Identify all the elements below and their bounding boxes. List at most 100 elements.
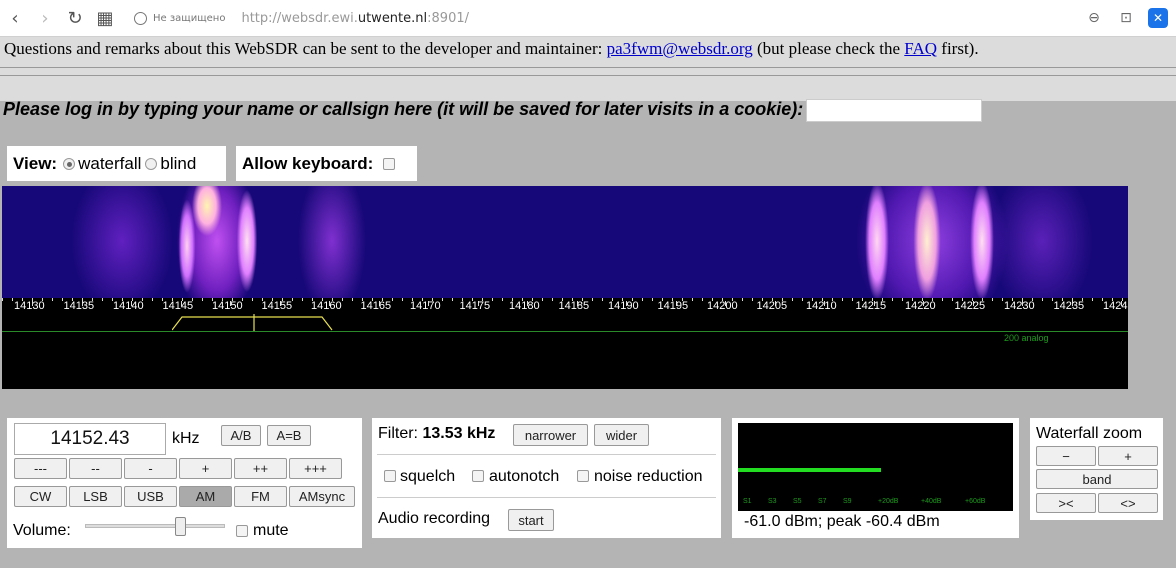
step-button[interactable]: -- xyxy=(69,458,122,479)
scale-tick-label: 14235 xyxy=(1053,300,1085,312)
blind-option-label: blind xyxy=(160,153,197,173)
autonotch-checkbox[interactable] xyxy=(472,470,484,482)
mode-button-usb[interactable]: USB xyxy=(124,486,177,507)
extension-icon[interactable]: ✕ xyxy=(1148,8,1168,28)
step-button[interactable]: ++ xyxy=(234,458,287,479)
keyboard-checkbox[interactable] xyxy=(383,157,396,170)
waterfall-display[interactable] xyxy=(2,186,1128,298)
login-prompt: Please log in by typing your name or cal… xyxy=(3,99,804,119)
volume-slider-track[interactable] xyxy=(85,524,225,528)
mute-checkbox[interactable] xyxy=(236,525,248,537)
scale-tick-label: 14180 xyxy=(509,300,540,312)
scale-corner-text: 200 analog xyxy=(1004,333,1049,343)
zoom-pan-right-button[interactable]: <> xyxy=(1098,493,1158,513)
zoom-search-icon[interactable]: ⊖ xyxy=(1084,8,1104,28)
smeter-bar xyxy=(738,468,881,472)
passband-indicator[interactable] xyxy=(172,314,334,332)
scale-tick-label: 14220 xyxy=(905,300,936,312)
mode-button-am[interactable]: AM xyxy=(179,486,232,507)
scale-tick-label: 14150 xyxy=(212,300,243,312)
blind-radio[interactable] xyxy=(145,157,158,170)
mode-button-lsb[interactable]: LSB xyxy=(69,486,122,507)
smeter-scale-label: +20dB xyxy=(878,498,899,505)
zoom-in-button[interactable]: + xyxy=(1098,446,1158,466)
scale-tick-label: 14155 xyxy=(261,300,293,312)
smeter-scale-label: S1 xyxy=(743,498,752,505)
divider xyxy=(377,497,716,498)
squelch-checkbox[interactable] xyxy=(384,470,396,482)
browser-toolbar: ‹ › ↻ ▦ Не защищено http://websdr.ewi. ut… xyxy=(0,0,1176,37)
reload-icon[interactable]: ↻ xyxy=(60,3,90,33)
faq-link[interactable]: FAQ xyxy=(904,39,937,58)
contact-notice: Questions and remarks about this WebSDR … xyxy=(4,39,979,58)
divider xyxy=(0,67,1176,68)
smeter-display: S1 S3 S5 S7 S9 +20dB +40dB +60dB xyxy=(738,423,1013,511)
url-host: utwente.nl xyxy=(357,10,428,26)
waterfall-zoom-panel: Waterfall zoom − + band >< <> xyxy=(1030,418,1163,520)
info-bar: Questions and remarks about this WebSDR … xyxy=(0,37,1176,101)
scale-tick-label: 14165 xyxy=(360,300,392,312)
scale-tick-label: 14135 xyxy=(63,300,95,312)
back-icon[interactable]: ‹ xyxy=(0,3,30,33)
zoom-out-button[interactable]: − xyxy=(1036,446,1096,466)
forward-icon[interactable]: › xyxy=(30,3,60,33)
smeter-reading: -61.0 dBm; peak -60.4 dBm xyxy=(744,513,940,530)
frequency-unit: kHz xyxy=(172,430,200,447)
keyboard-label: Allow keyboard: xyxy=(242,153,374,173)
zoom-title: Waterfall zoom xyxy=(1036,425,1143,442)
zoom-pan-left-button[interactable]: >< xyxy=(1036,493,1096,513)
screenshot-icon[interactable]: ⊡ xyxy=(1116,8,1136,28)
audio-recording-label: Audio recording xyxy=(378,510,491,527)
noise-reduction-label: noise reduction xyxy=(594,468,703,485)
a-equals-b-button[interactable]: A=B xyxy=(267,425,311,446)
email-link[interactable]: pa3fwm@websdr.org xyxy=(607,39,753,58)
scale-tick-label: 14185 xyxy=(558,300,590,312)
security-indicator[interactable]: Не защищено xyxy=(134,11,225,25)
record-start-button[interactable]: start xyxy=(508,509,554,531)
scale-tick-label: 14230 xyxy=(1004,300,1035,312)
passband-shape xyxy=(172,314,333,332)
scale-tick-label: 14215 xyxy=(855,300,887,312)
ab-button[interactable]: A/B xyxy=(221,425,261,446)
step-button[interactable]: - xyxy=(124,458,177,479)
waterfall-radio[interactable] xyxy=(63,157,76,170)
scale-tick-label: 14195 xyxy=(657,300,689,312)
divider xyxy=(377,454,716,455)
globe-icon xyxy=(134,11,147,25)
scale-tick-label: 14140 xyxy=(113,300,144,312)
mode-button-fm[interactable]: FM xyxy=(234,486,287,507)
scale-tick-label: 1424 xyxy=(1103,300,1128,312)
wider-button[interactable]: wider xyxy=(594,424,649,446)
scale-tick-label: 14145 xyxy=(162,300,194,312)
volume-slider-thumb[interactable] xyxy=(175,517,187,536)
frequency-input[interactable]: 14152.43 xyxy=(14,423,166,455)
scale-tick-label: 14130 xyxy=(14,300,45,312)
apps-grid-icon[interactable]: ▦ xyxy=(90,3,120,33)
scale-tick-label: 14160 xyxy=(311,300,342,312)
smeter-scale-label: S7 xyxy=(818,498,827,505)
noise-reduction-checkbox[interactable] xyxy=(577,470,589,482)
filter-label: Filter: 13.53 kHz xyxy=(378,425,496,442)
waterfall-option-label: waterfall xyxy=(78,153,142,173)
step-button[interactable]: +++ xyxy=(289,458,342,479)
mode-button-amsync[interactable]: AMsync xyxy=(289,486,355,507)
narrower-button[interactable]: narrower xyxy=(513,424,588,446)
volume-label: Volume: xyxy=(13,522,71,539)
zoom-band-button[interactable]: band xyxy=(1036,469,1158,489)
mode-button-cw[interactable]: CW xyxy=(14,486,67,507)
frequency-scale[interactable]: 14130 14135 14140 14145 14150 14155 14160 14165… xyxy=(2,298,1128,331)
squelch-label: squelch xyxy=(400,468,456,485)
spectrum-area[interactable] xyxy=(2,331,1128,389)
divider xyxy=(0,75,1176,76)
address-bar[interactable]: Не защищено http://websdr.ewi. utwente.nl… xyxy=(134,11,469,26)
scale-tick-label: 14210 xyxy=(806,300,837,312)
smeter-scale-label: S3 xyxy=(768,498,777,505)
scale-tick-label: 14170 xyxy=(410,300,441,312)
step-button[interactable]: + xyxy=(179,458,232,479)
keyboard-panel: Allow keyboard: xyxy=(236,146,417,181)
step-button[interactable]: --- xyxy=(14,458,67,479)
view-panel: View: waterfall blind xyxy=(7,146,226,181)
url-prefix: http://websdr.ewi. xyxy=(241,10,358,26)
callsign-input[interactable] xyxy=(806,99,982,122)
scale-tick-label: 14205 xyxy=(756,300,788,312)
